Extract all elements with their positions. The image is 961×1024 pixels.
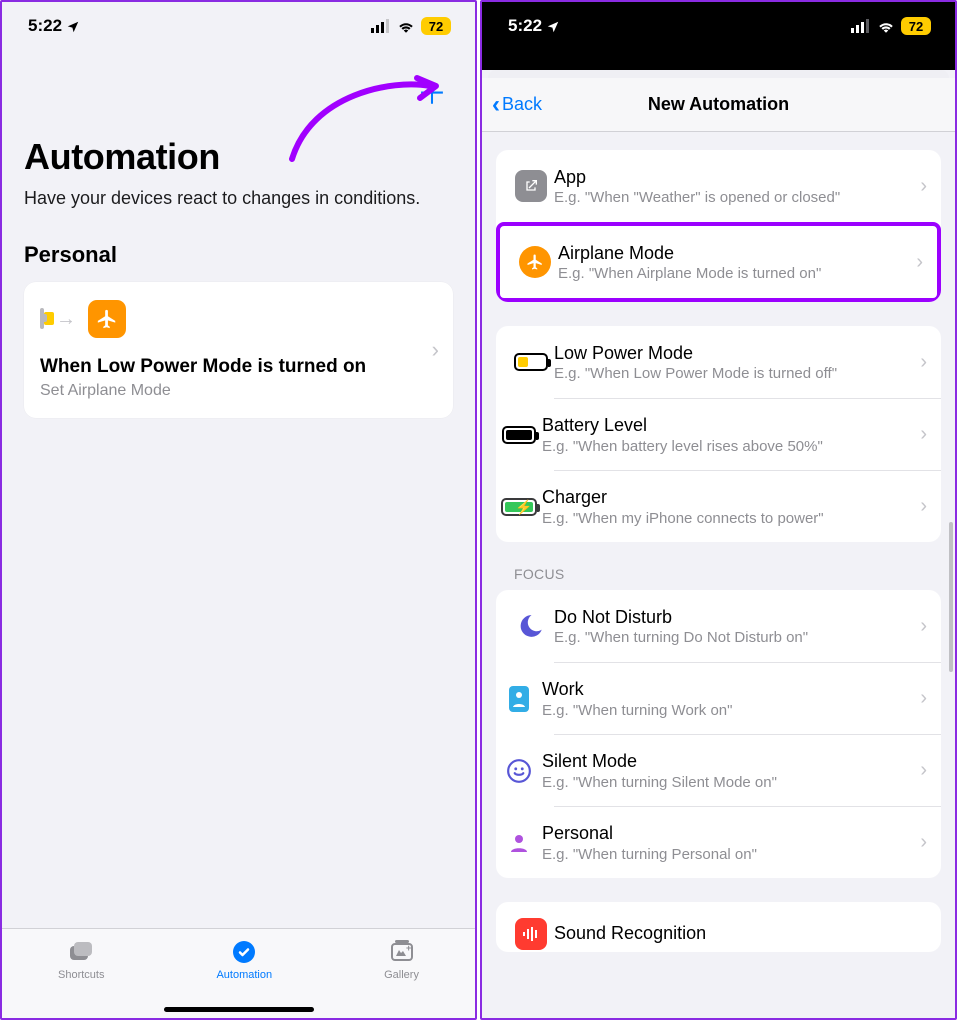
row-subtitle: E.g. "When battery level rises above 50%…: [542, 438, 914, 455]
sound-icon: [508, 918, 554, 950]
trigger-group-4: Sound Recognition: [496, 902, 941, 952]
moon-icon: [508, 613, 554, 639]
location-icon: [546, 20, 560, 34]
tab-bar: Shortcuts Automation + Gallery: [2, 928, 475, 1018]
battery-full-icon: [496, 426, 542, 444]
row-subtitle: E.g. "When Low Power Mode is turned off": [554, 365, 914, 382]
automation-icon: [230, 939, 258, 965]
cellular-icon: [371, 19, 391, 33]
leads-to-arrow-icon: →: [56, 308, 76, 331]
smiley-icon: [496, 758, 542, 784]
chevron-right-icon: ›: [432, 337, 439, 363]
chevron-right-icon: ›: [914, 831, 927, 854]
trigger-group-1: App E.g. "When "Weather" is opened or cl…: [496, 150, 941, 302]
chevron-right-icon: ›: [914, 687, 927, 710]
row-title: Do Not Disturb: [554, 606, 914, 629]
status-time: 5:22: [508, 16, 542, 36]
trigger-row-battery-level[interactable]: Battery Level E.g. "When battery level r…: [554, 398, 941, 470]
tab-automation[interactable]: Automation: [216, 939, 272, 981]
row-title: Silent Mode: [542, 750, 914, 773]
row-subtitle: E.g. "When turning Do Not Disturb on": [554, 629, 914, 646]
trigger-row-sound-recognition[interactable]: Sound Recognition: [496, 902, 941, 952]
trigger-row-personal[interactable]: Personal E.g. "When turning Personal on"…: [554, 806, 941, 878]
row-subtitle: E.g. "When "Weather" is opened or closed…: [554, 189, 914, 206]
low-power-battery-icon: [508, 353, 554, 371]
battery-pill: 72: [421, 17, 451, 35]
chevron-right-icon: ›: [914, 615, 927, 638]
row-title: Charger: [542, 486, 914, 509]
svg-text:+: +: [406, 943, 411, 953]
trigger-row-silent-mode[interactable]: Silent Mode E.g. "When turning Silent Mo…: [554, 734, 941, 806]
add-button[interactable]: ＋: [417, 80, 447, 110]
row-title: Personal: [542, 822, 914, 845]
row-title: Sound Recognition: [554, 922, 927, 945]
automation-card-subtitle: Set Airplane Mode: [40, 382, 437, 400]
home-indicator[interactable]: [164, 1007, 314, 1012]
trigger-row-app[interactable]: App E.g. "When "Weather" is opened or cl…: [496, 150, 941, 222]
row-subtitle: E.g. "When Airplane Mode is turned on": [558, 265, 910, 282]
tab-shortcuts[interactable]: Shortcuts: [58, 939, 104, 981]
back-label: Back: [502, 94, 542, 115]
scrollbar[interactable]: [949, 522, 953, 672]
automation-card[interactable]: → When Low Power Mode is turned on Set A…: [24, 282, 453, 418]
back-button[interactable]: ‹ Back: [492, 78, 542, 131]
row-title: Airplane Mode: [558, 242, 910, 265]
chevron-right-icon: ›: [910, 251, 923, 274]
cellular-icon: [851, 19, 871, 33]
chevron-right-icon: ›: [914, 175, 927, 198]
chevron-right-icon: ›: [914, 759, 927, 782]
chevron-left-icon: ‹: [492, 91, 500, 119]
row-subtitle: E.g. "When my iPhone connects to power": [542, 510, 914, 527]
tab-label: Automation: [216, 969, 272, 981]
right-screenshot: 5:22 72 ‹ Back New Automation: [480, 0, 957, 1020]
row-title: Low Power Mode: [554, 342, 914, 365]
group-header-focus: FOCUS: [496, 566, 941, 590]
row-subtitle: E.g. "When turning Work on": [542, 702, 914, 719]
person-icon: [496, 831, 542, 855]
airplane-icon: [512, 246, 558, 278]
airplane-tile-icon: [88, 300, 126, 338]
status-bar: 5:22 72: [2, 2, 475, 50]
row-subtitle: E.g. "When turning Silent Mode on": [542, 774, 914, 791]
wifi-icon: [397, 19, 415, 33]
trigger-group-2: Low Power Mode E.g. "When Low Power Mode…: [496, 326, 941, 542]
battery-pill: 72: [901, 17, 931, 35]
row-title: Work: [542, 678, 914, 701]
trigger-row-do-not-disturb[interactable]: Do Not Disturb E.g. "When turning Do Not…: [496, 590, 941, 662]
chevron-right-icon: ›: [914, 423, 927, 446]
tab-label: Shortcuts: [58, 969, 104, 981]
trigger-row-low-power-mode[interactable]: Low Power Mode E.g. "When Low Power Mode…: [496, 326, 941, 398]
trigger-row-airplane-mode[interactable]: Airplane Mode E.g. "When Airplane Mode i…: [500, 226, 937, 298]
app-icon: [508, 170, 554, 202]
badge-icon: [496, 685, 542, 713]
charging-battery-icon: ⚡: [496, 498, 542, 516]
trigger-row-charger[interactable]: ⚡ Charger E.g. "When my iPhone connects …: [554, 470, 941, 542]
status-bar: 5:22 72: [482, 2, 955, 50]
page-title: Automation: [24, 136, 453, 178]
automation-card-title: When Low Power Mode is turned on: [40, 356, 437, 378]
tab-gallery[interactable]: + Gallery: [384, 939, 419, 981]
low-power-battery-icon: [40, 310, 44, 328]
shortcuts-icon: [67, 939, 95, 965]
gallery-icon: +: [388, 939, 416, 965]
nav-title: New Automation: [648, 94, 789, 115]
tab-label: Gallery: [384, 969, 419, 981]
chevron-right-icon: ›: [914, 351, 927, 374]
wifi-icon: [877, 19, 895, 33]
left-screenshot: 5:22 72 ＋ Automation Have your devices r…: [0, 0, 477, 1020]
trigger-group-focus: Do Not Disturb E.g. "When turning Do Not…: [496, 590, 941, 878]
status-time: 5:22: [28, 16, 62, 36]
location-icon: [66, 20, 80, 34]
highlight-airplane-mode: Airplane Mode E.g. "When Airplane Mode i…: [496, 222, 941, 302]
row-subtitle: E.g. "When turning Personal on": [542, 846, 914, 863]
nav-bar: ‹ Back New Automation: [482, 78, 955, 132]
section-label-personal: Personal: [24, 242, 453, 268]
page-subtitle: Have your devices react to changes in co…: [24, 186, 453, 210]
trigger-row-work[interactable]: Work E.g. "When turning Work on" ›: [554, 662, 941, 734]
chevron-right-icon: ›: [914, 495, 927, 518]
row-title: App: [554, 166, 914, 189]
row-title: Battery Level: [542, 414, 914, 437]
